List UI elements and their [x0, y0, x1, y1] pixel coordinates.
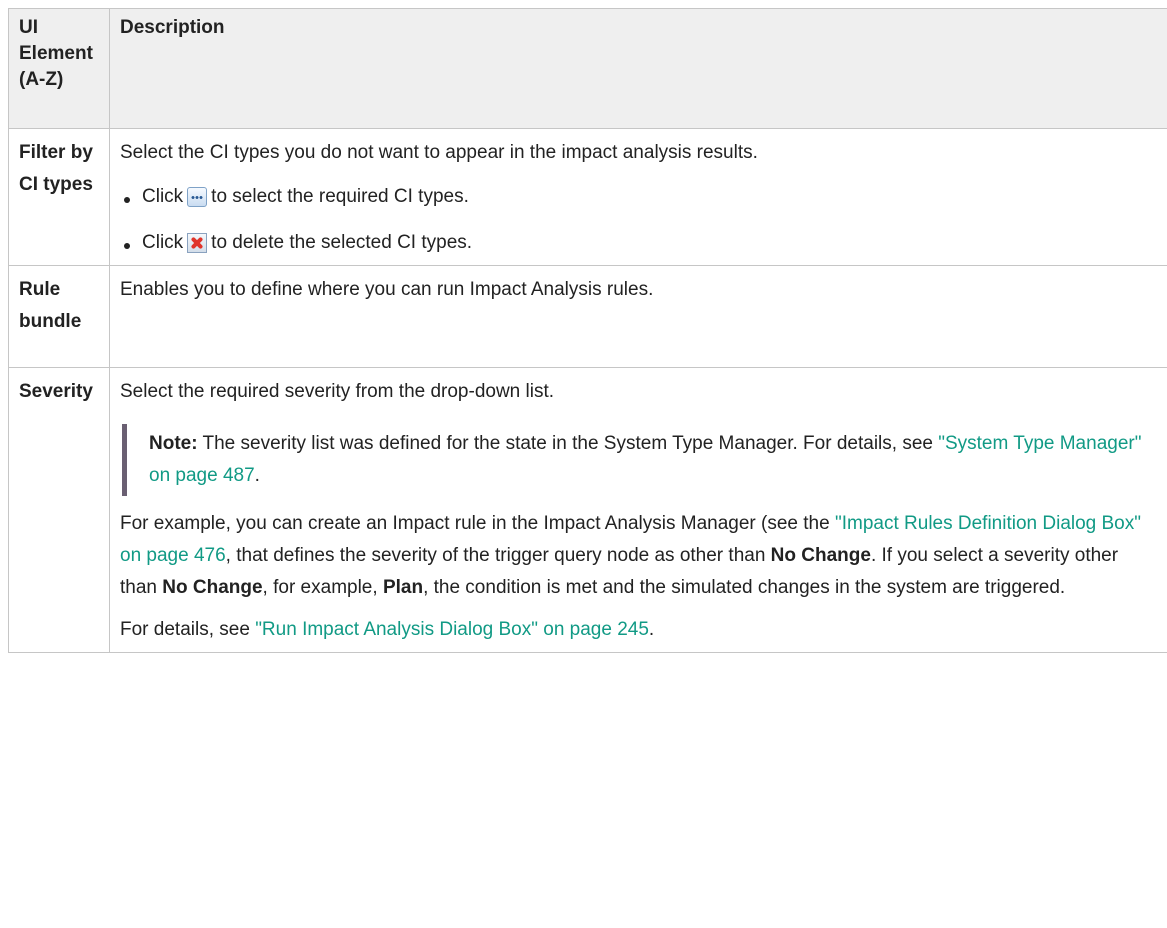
delete-x-icon [187, 233, 208, 253]
table-row-severity: Severity Select the required severity fr… [8, 367, 1167, 653]
note-label: Note: [149, 433, 198, 454]
bullet-text: to select the required CI types. [211, 186, 469, 207]
description-text: Select the required severity from the dr… [120, 381, 555, 402]
ellipsis-button-icon [187, 187, 208, 207]
bullet-icon [124, 197, 130, 203]
list-item: Click to delete the selected CI types. [120, 227, 1159, 259]
run-impact-analysis-link[interactable]: "Run Impact Analysis Dialog Box" on page… [255, 619, 649, 640]
element-description: Select the required severity from the dr… [109, 367, 1167, 653]
element-name: Severity [8, 367, 110, 653]
list-item: Click to select the required CI types. [120, 181, 1159, 213]
header-ui-element: UI Element (A-Z) [8, 8, 110, 129]
paragraph-text: . [648, 619, 655, 640]
element-name: Rule bundle [8, 265, 110, 368]
element-description: Enables you to define where you can run … [109, 265, 1167, 368]
bullet-icon [124, 243, 130, 249]
table-row-rule-bundle: Rule bundle Enables you to define where … [8, 265, 1167, 368]
paragraph-text: , for example, [262, 577, 378, 598]
bold-term: Plan [382, 577, 424, 598]
example-paragraph: For example, you can create an Impact ru… [120, 508, 1159, 604]
paragraph-text: For details, see [120, 619, 250, 640]
table-header-row: UI Element (A-Z) Description [8, 8, 1167, 129]
element-description: Select the CI types you do not want to a… [109, 128, 1167, 266]
bold-term: No Change [162, 577, 263, 598]
element-name: Filter by CI types [8, 128, 110, 266]
details-paragraph: For details, see "Run Impact Analysis Di… [120, 614, 1159, 646]
note-text: The severity list was defined for the st… [202, 433, 933, 454]
note-block: Note: The severity list was defined for … [122, 424, 1159, 496]
ui-elements-table: UI Element (A-Z) Description Filter by C… [8, 8, 1167, 653]
table-row-filter-by-ci-types: Filter by CI types Select the CI types y… [8, 128, 1167, 266]
bullet-text-prefix: Click [142, 186, 184, 207]
paragraph-text: For example, you can create an Impact ru… [120, 513, 830, 534]
bold-term: No Change [770, 545, 871, 566]
header-description: Description [109, 8, 1167, 129]
note-end: . [254, 465, 260, 486]
paragraph-text: , the condition is met and the simulated… [423, 577, 1066, 598]
paragraph-text: , that defines the severity of the trigg… [225, 545, 766, 566]
description-text: Select the CI types you do not want to a… [120, 142, 758, 163]
bullet-text: to delete the selected CI types. [211, 232, 473, 253]
bullet-text-prefix: Click [142, 232, 184, 253]
